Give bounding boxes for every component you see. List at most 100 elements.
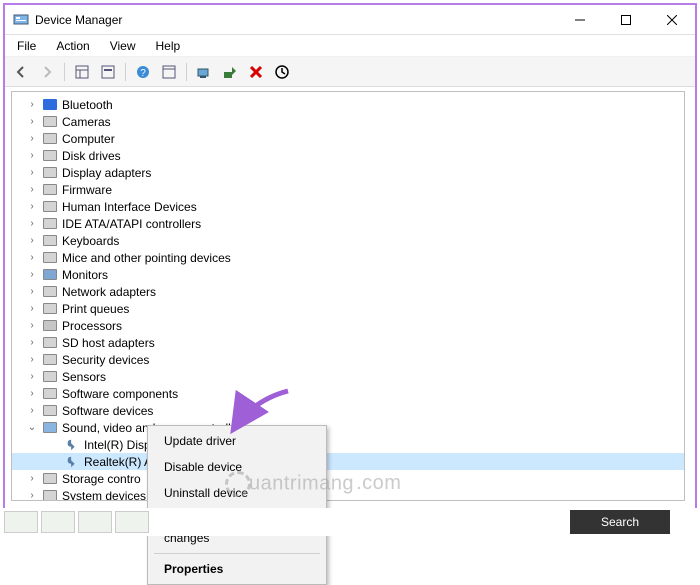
tree-node[interactable]: ›Monitors [12, 266, 684, 283]
tree-node-label: Cameras [62, 115, 111, 129]
help-button[interactable]: ? [131, 60, 155, 84]
uninstall-button[interactable] [244, 60, 268, 84]
sensor-icon [42, 369, 58, 385]
app-icon [13, 12, 29, 28]
tree-node[interactable]: Intel(R) Display Audio [12, 436, 684, 453]
tree-node[interactable]: › Human Interface Devices [12, 198, 684, 215]
disk-icon [42, 148, 58, 164]
maximize-button[interactable] [603, 5, 649, 35]
tree-node[interactable]: ›Mice and other pointing devices [12, 249, 684, 266]
tree-node[interactable]: ⌄Sound, video and game controllers [12, 419, 684, 436]
tree-node[interactable]: › Bluetooth [12, 96, 684, 113]
chevron-right-icon[interactable]: › [26, 252, 38, 263]
tree-node[interactable]: ›Display adapters [12, 164, 684, 181]
toolbar-sep [125, 63, 126, 81]
tree-node[interactable]: › Software devices [12, 402, 684, 419]
tree-node-label: SD host adapters [62, 336, 155, 350]
thumbnail[interactable] [78, 511, 112, 533]
tree-node-label: System devices [62, 489, 146, 502]
chevron-right-icon[interactable]: › [26, 99, 38, 110]
chevron-right-icon[interactable]: › [26, 167, 38, 178]
menu-view[interactable]: View [102, 37, 144, 55]
chevron-right-icon[interactable]: › [26, 354, 38, 365]
monitor-icon [42, 267, 58, 283]
show-hide-tree-button[interactable] [70, 60, 94, 84]
tree-node[interactable]: ›Storage contro [12, 470, 684, 487]
hid-icon [42, 199, 58, 215]
tree-node-label: Keyboards [62, 234, 119, 248]
tree-node[interactable]: ›Processors [12, 317, 684, 334]
chevron-right-icon[interactable]: › [26, 218, 38, 229]
context-menu-item[interactable]: Uninstall device [150, 480, 324, 506]
scan-hardware-button[interactable] [192, 60, 216, 84]
chevron-right-icon[interactable]: › [26, 320, 38, 331]
chevron-right-icon[interactable]: › [26, 133, 38, 144]
chevron-right-icon[interactable]: › [26, 235, 38, 246]
search-button[interactable]: Search [570, 510, 670, 534]
tree-node[interactable]: › IDE ATA/ATAPI controllers [12, 215, 684, 232]
chevron-right-icon[interactable]: › [26, 388, 38, 399]
update-driver-button[interactable] [218, 60, 242, 84]
chevron-right-icon[interactable]: › [26, 184, 38, 195]
back-button[interactable] [9, 60, 33, 84]
tree-node-label: IDE ATA/ATAPI controllers [62, 217, 201, 231]
keyboard-icon [42, 233, 58, 249]
toolbar-sep [186, 63, 187, 81]
tree-node[interactable]: ›Security devices [12, 351, 684, 368]
tree-node[interactable]: › SD host adapters [12, 334, 684, 351]
chevron-right-icon[interactable]: › [26, 337, 38, 348]
chevron-right-icon[interactable]: › [26, 303, 38, 314]
tree-node-label: Human Interface Devices [62, 200, 197, 214]
storage-icon [42, 471, 58, 487]
chevron-right-icon[interactable]: › [26, 473, 38, 484]
printer-icon [42, 301, 58, 317]
thumbnail[interactable] [4, 511, 38, 533]
ata-icon [42, 216, 58, 232]
tree-node[interactable]: › Cameras [12, 113, 684, 130]
chevron-right-icon[interactable]: › [26, 405, 38, 416]
tree-node[interactable]: › Print queues [12, 300, 684, 317]
tree-node-label: Software devices [62, 404, 153, 418]
tree-node[interactable]: › Disk drives [12, 147, 684, 164]
context-menu-item[interactable]: Update driver [150, 428, 324, 454]
forward-button[interactable] [35, 60, 59, 84]
chevron-down-icon[interactable]: ⌄ [26, 422, 38, 433]
tree-node-label: Disk drives [62, 149, 121, 163]
context-menu-separator [154, 553, 320, 554]
tree-node[interactable]: › Keyboards [12, 232, 684, 249]
context-menu-item[interactable]: Disable device [150, 454, 324, 480]
tree-node[interactable]: ›Computer [12, 130, 684, 147]
tree-node[interactable]: ›Network adapters [12, 283, 684, 300]
chevron-right-icon[interactable]: › [26, 269, 38, 280]
tree-node[interactable]: ›Software components [12, 385, 684, 402]
computer-icon [42, 131, 58, 147]
chevron-right-icon[interactable]: › [26, 116, 38, 127]
tree-node[interactable]: › Firmware [12, 181, 684, 198]
tree-node[interactable]: ›Sensors [12, 368, 684, 385]
chevron-right-icon[interactable]: › [26, 201, 38, 212]
menu-file[interactable]: File [9, 37, 44, 55]
tree-node[interactable]: › System devices [12, 487, 684, 501]
minimize-button[interactable] [557, 5, 603, 35]
menu-action[interactable]: Action [48, 37, 97, 55]
chevron-right-icon[interactable]: › [26, 490, 38, 501]
tree-node[interactable]: Realtek(R) A [12, 453, 684, 470]
tree-node-label: Bluetooth [62, 98, 113, 112]
action-button[interactable] [157, 60, 181, 84]
disable-button[interactable] [270, 60, 294, 84]
properties-button[interactable] [96, 60, 120, 84]
menu-help[interactable]: Help [148, 37, 189, 55]
chevron-right-icon[interactable]: › [26, 286, 38, 297]
tree-node-label: Print queues [62, 302, 129, 316]
thumbnail[interactable] [41, 511, 75, 533]
processor-icon [42, 318, 58, 334]
chevron-right-icon[interactable]: › [26, 150, 38, 161]
speaker-icon [64, 437, 80, 453]
context-menu-item[interactable]: Properties [150, 556, 324, 582]
chevron-right-icon[interactable]: › [26, 371, 38, 382]
device-tree[interactable]: ›Bluetooth›Cameras›Computer›Disk drives›… [11, 91, 685, 501]
menubar: File Action View Help [5, 35, 695, 57]
tree-node-label: Firmware [62, 183, 112, 197]
close-button[interactable] [649, 5, 695, 35]
thumbnail[interactable] [115, 511, 149, 533]
